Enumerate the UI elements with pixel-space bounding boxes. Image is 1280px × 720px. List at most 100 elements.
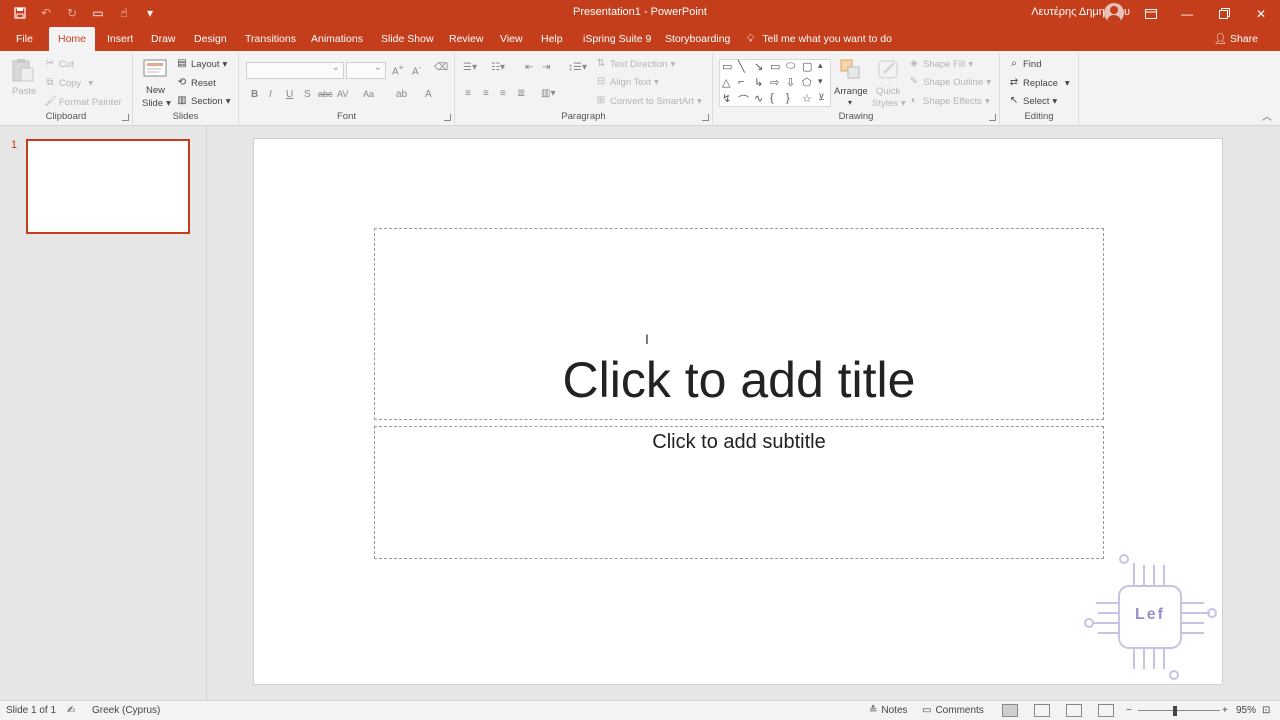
tab-draw[interactable]: Draw (145, 27, 182, 51)
align-left-icon[interactable]: ≡ (465, 88, 471, 99)
gallery-scroll-down-icon[interactable]: ▾ (818, 76, 823, 87)
language-indicator[interactable]: Greek (Cyprus) (92, 705, 160, 716)
reset-button[interactable]: ⟲ Reset (176, 77, 216, 89)
tab-help[interactable]: Help (535, 27, 569, 51)
tab-home[interactable]: Home (49, 27, 96, 51)
quick-styles-label-1[interactable]: Quick (876, 86, 900, 97)
right-brace-shape-icon[interactable]: } (786, 92, 790, 104)
close-icon[interactable]: ✕ (1242, 0, 1280, 27)
line-shape-icon[interactable]: ╲ (738, 60, 745, 73)
title-placeholder[interactable]: Click to add title (374, 228, 1104, 420)
tab-animations[interactable]: Animations (305, 27, 369, 51)
elbow-connector-shape-icon[interactable]: ⌐ (738, 76, 744, 88)
grow-font-icon[interactable]: A+ (392, 62, 404, 77)
arrange-dropdown-icon[interactable]: ▾ (848, 98, 852, 107)
avatar[interactable] (1104, 3, 1124, 23)
format-painter-button[interactable]: 🖌︎ Format Painter (44, 96, 122, 108)
tab-ispring[interactable]: iSpring Suite 9 (577, 27, 657, 51)
highlight-icon[interactable]: ab (396, 89, 407, 100)
text-direction-button[interactable]: ⇅ Text Direction ▾ (595, 58, 676, 70)
tab-review[interactable]: Review (443, 27, 489, 51)
shape-fill-button[interactable]: ◈ Shape Fill ▾ (908, 58, 973, 70)
elbow-arrow-shape-icon[interactable]: ↳ (754, 76, 763, 89)
arrange-button[interactable]: Arrange (834, 86, 868, 97)
numbering-icon[interactable]: ☷▾ (491, 62, 505, 73)
minimize-icon[interactable]: — (1168, 0, 1206, 27)
clear-formatting-icon[interactable]: ⌫ (434, 62, 448, 73)
character-spacing-button[interactable]: AV (337, 89, 348, 99)
convert-smartart-button[interactable]: ⊞ Convert to SmartArt ▾ (595, 95, 702, 107)
freeform-shape-icon[interactable]: ↯ (722, 92, 731, 105)
notes-button[interactable]: ≙ Notes (869, 705, 908, 716)
shape-outline-button[interactable]: ✎ Shape Outline ▾ (908, 76, 991, 88)
slide-thumbnail[interactable] (26, 139, 190, 234)
font-color-button[interactable]: A (425, 89, 432, 100)
tab-file[interactable]: File (10, 27, 39, 51)
new-slide-label-1[interactable]: New (146, 85, 165, 96)
select-button[interactable]: ↖ Select ▾ (1008, 95, 1057, 107)
align-right-icon[interactable]: ≡ (500, 88, 506, 99)
share-button[interactable]: 👤︎ Share (1214, 27, 1258, 51)
collapse-ribbon-icon[interactable]: ︿ (1262, 108, 1272, 123)
textbox-shape-icon[interactable]: ▭ (722, 60, 732, 73)
spelling-check-icon[interactable]: ✍︎ (67, 705, 75, 716)
change-case-button[interactable]: Aa (363, 89, 374, 99)
font-launcher-icon[interactable] (444, 114, 451, 121)
zoom-slider[interactable] (1138, 710, 1220, 711)
shrink-font-icon[interactable]: A- (412, 62, 421, 77)
right-arrow-shape-icon[interactable]: ⇨ (770, 76, 779, 89)
shadow-button[interactable]: S (304, 89, 311, 100)
new-slide-icon[interactable] (142, 57, 168, 83)
tab-view[interactable]: View (494, 27, 529, 51)
drawing-launcher-icon[interactable] (989, 114, 996, 121)
fit-slide-icon[interactable]: ⊡ (1262, 705, 1270, 716)
paste-button[interactable]: Paste (12, 86, 36, 97)
find-button[interactable]: ⌕ Find (1008, 58, 1041, 70)
cut-button[interactable]: ✂ Cut (44, 58, 74, 70)
restore-icon[interactable] (1205, 0, 1243, 27)
underline-button[interactable]: U (286, 89, 293, 100)
strikethrough-button[interactable]: abc (318, 89, 333, 99)
comments-button[interactable]: ▭ Comments (922, 705, 984, 716)
zoom-out-icon[interactable]: − (1126, 705, 1132, 716)
section-button[interactable]: ▥ Section ▾ (176, 95, 230, 107)
bold-button[interactable]: B (251, 89, 258, 100)
arrange-icon[interactable] (838, 57, 864, 83)
align-center-icon[interactable]: ≡ (483, 88, 489, 99)
tab-storyboarding[interactable]: Storyboarding (659, 27, 736, 51)
tab-design[interactable]: Design (188, 27, 233, 51)
new-slide-label-2[interactable]: Slide ▾ (142, 98, 171, 109)
star-shape-icon[interactable]: ☆ (802, 92, 812, 105)
arrow-line-shape-icon[interactable]: ↘ (754, 60, 763, 73)
zoom-level[interactable]: 95% (1236, 705, 1256, 716)
slide-canvas[interactable]: Click to add title Click to add subtitle… (253, 138, 1223, 685)
slide-sorter-view-icon[interactable] (1034, 704, 1050, 717)
tab-transitions[interactable]: Transitions (239, 27, 302, 51)
gallery-more-icon[interactable]: ⊻ (818, 92, 825, 103)
quick-styles-icon[interactable] (876, 57, 902, 83)
columns-icon[interactable]: ▥▾ (541, 88, 555, 99)
replace-button[interactable]: ⇄ Replace ▾ (1008, 77, 1070, 89)
subtitle-placeholder[interactable]: Click to add subtitle (374, 426, 1104, 559)
triangle-shape-icon[interactable]: △ (722, 76, 730, 89)
font-name-combo[interactable] (246, 62, 344, 79)
rounded-rect-shape-icon[interactable]: ▢ (802, 60, 812, 73)
zoom-slider-thumb[interactable] (1173, 706, 1177, 716)
tab-insert[interactable]: Insert (101, 27, 139, 51)
shapes-gallery[interactable]: ▭ ╲ ↘ ▭ ⬭ ▢ △ ⌐ ↳ ⇨ ⇩ ⬠ ↯ ⌒ ∿ { } ☆ ▴ ▾ … (719, 59, 831, 107)
slide-thumbnails-pane[interactable]: 1 (0, 126, 207, 700)
font-size-combo[interactable] (346, 62, 386, 79)
oval-shape-icon[interactable]: ⬭ (786, 60, 795, 73)
reading-view-icon[interactable] (1066, 704, 1082, 717)
quick-styles-label-2[interactable]: Styles ▾ (872, 98, 906, 109)
shape-effects-button[interactable]: ◐ Shape Effects ▾ (908, 95, 990, 107)
justify-icon[interactable]: ≣ (517, 88, 525, 99)
paste-icon[interactable] (10, 57, 36, 83)
italic-button[interactable]: I (269, 89, 272, 100)
layout-button[interactable]: ▤ Layout ▾ (176, 58, 227, 70)
paragraph-launcher-icon[interactable] (702, 114, 709, 121)
decrease-indent-icon[interactable]: ⇤ (525, 62, 533, 73)
left-brace-shape-icon[interactable]: { (770, 92, 774, 104)
align-text-button[interactable]: ⊟ Align Text ▾ (595, 76, 659, 88)
zoom-in-icon[interactable]: + (1222, 705, 1228, 716)
